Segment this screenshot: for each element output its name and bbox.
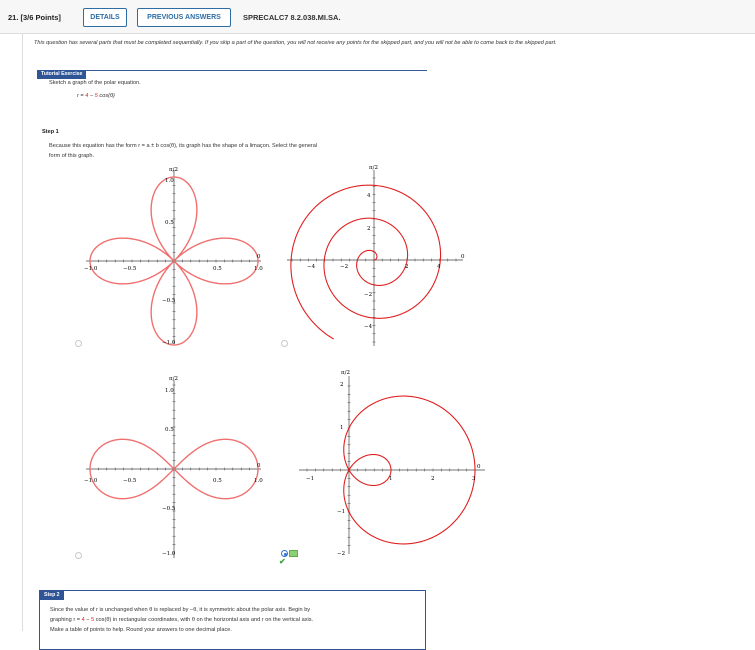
correct-answer-indicator (289, 550, 298, 557)
y-tick-label: 0.5 (165, 427, 174, 433)
zero-label: 0 (257, 463, 261, 469)
graph-four-leaf-rose: π/2 1.0 0.5 −0.5 −1.0 −1.0 −0.5 0.5 1.0 … (84, 167, 263, 346)
y-tick-label: −1.0 (162, 340, 176, 346)
y-tick-label: −1 (337, 509, 345, 515)
zero-label: 0 (461, 254, 465, 260)
y-tick-label: −2 (364, 292, 372, 298)
option-radio-lemniscate[interactable] (75, 552, 82, 559)
graph-spiral: π/2 4 2 −2 −4 −4 −2 2 4 0 (287, 165, 465, 346)
step2-line2: graphing r = 4 − 5 cos(θ) in rectangular… (50, 617, 314, 623)
polar-equation: r = 4 − 5 cos(θ) (77, 93, 115, 99)
graph-lemniscate: π/2 1.0 0.5 −0.5 −1.0 −1.0 −0.5 0.5 1.0 … (84, 376, 263, 558)
x-tick-label: 1.0 (254, 478, 263, 484)
step2-label: Step 2 (40, 591, 64, 600)
x-tick-label: −1.0 (84, 478, 98, 484)
option-radio-limacon-inner-loop[interactable] (281, 550, 288, 557)
step2-line3: Make a table of points to help. Round yo… (50, 627, 232, 633)
zero-label: 0 (477, 464, 481, 470)
checkmark-icon: ✔ (279, 557, 286, 566)
label-pi-over-2: π/2 (169, 167, 178, 173)
label-pi-over-2: π/2 (169, 376, 178, 382)
y-tick-label: 2 (340, 382, 344, 388)
tick-marks (306, 385, 476, 546)
x-tick-label: 2 (405, 264, 409, 270)
x-tick-label: −0.5 (123, 266, 137, 272)
y-tick-label: 4 (367, 193, 371, 199)
y-tick-label: −1.0 (162, 551, 176, 557)
x-tick-label: −4 (307, 264, 316, 270)
y-tick-label: −4 (364, 324, 373, 330)
y-tick-label: −0.5 (162, 298, 176, 304)
y-tick-label: −0.5 (162, 506, 176, 512)
y-tick-label: −2 (337, 551, 345, 557)
question-content: This question has several parts that mus… (22, 34, 752, 650)
spiral-curve (290, 184, 442, 340)
x-tick-label: −0.5 (123, 478, 137, 484)
y-tick-label: 1 (340, 425, 344, 431)
question-number: 21. [3/6 Points] (8, 13, 61, 22)
x-tick-label: 2 (431, 476, 435, 482)
x-tick-label: 4 (437, 264, 441, 270)
x-tick-label: 0.5 (213, 478, 222, 484)
x-tick-label: 0.5 (213, 266, 222, 272)
tutorial-title: Tutorial Exercise (37, 70, 87, 79)
y-tick-label: 1.0 (165, 388, 174, 394)
y-tick-label: 1.0 (165, 178, 174, 184)
zero-label: 0 (257, 254, 261, 260)
step1-label: Step 1 (42, 129, 59, 135)
label-pi-over-2: π/2 (369, 165, 378, 171)
x-tick-label: 1.0 (254, 266, 263, 272)
graph-limacon-inner-loop: π/2 2 1 −1 −2 −1 1 2 3 0 (299, 370, 485, 557)
x-tick-label: −2 (340, 264, 348, 270)
x-tick-label: 1 (389, 476, 393, 482)
option-radio-spiral[interactable] (281, 340, 288, 347)
problem-code: SPRECALC7 8.2.038.MI.SA. (243, 13, 341, 22)
step2-line1: Since the value of r is unchanged when θ… (50, 607, 311, 613)
step1-text-line2: form of this graph. (49, 153, 95, 159)
x-tick-label: −1.0 (84, 266, 98, 272)
label-pi-over-2: π/2 (341, 370, 350, 376)
tutorial-header: Tutorial Exercise (37, 62, 427, 79)
x-tick-label: −1 (306, 476, 314, 482)
tutorial-prompt: Sketch a graph of the polar equation. (49, 80, 141, 86)
step2-panel: Step 2 Since the value of r is unchanged… (39, 590, 426, 650)
y-tick-label: 0.5 (165, 220, 174, 226)
y-tick-label: 2 (367, 226, 371, 232)
previous-answers-button[interactable]: PREVIOUS ANSWERS (137, 8, 231, 27)
x-tick-label: 3 (472, 476, 476, 482)
question-header: 21. [3/6 Points] DETAILS PREVIOUS ANSWER… (0, 0, 755, 34)
step1-text-line1: Because this equation has the form r = a… (49, 143, 318, 149)
option-radio-four-leaf-rose[interactable] (75, 340, 82, 347)
sequential-notice: This question has several parts that mus… (34, 40, 557, 46)
details-button[interactable]: DETAILS (83, 8, 127, 27)
